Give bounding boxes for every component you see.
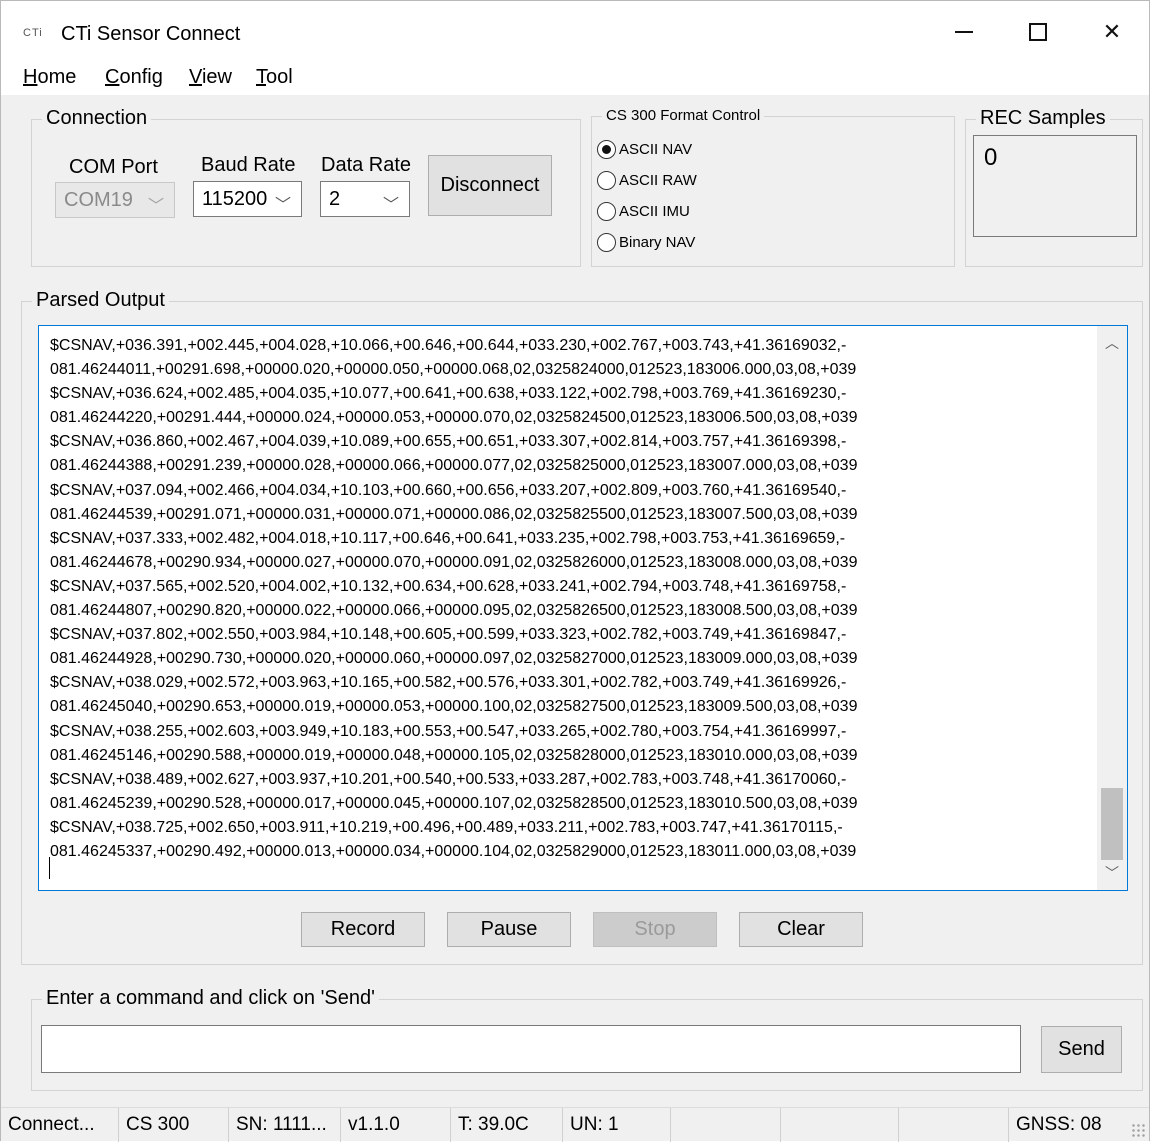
status-version: v1.1.0 [341,1108,451,1142]
menu-view[interactable]: View [189,66,232,89]
close-button[interactable]: ✕ [1077,1,1147,63]
rec-samples-group-label: REC Samples [976,107,1110,130]
com-port-label: COM Port [69,156,158,178]
status-gnss: GNSS: 08 [1016,1114,1102,1135]
output-line: 081.46244678,+00290.934,+00000.027,+0000… [50,553,858,571]
chevron-down-icon: ﹀ [147,198,164,215]
output-line: 081.46244388,+00291.239,+00000.028,+0000… [50,457,858,475]
radio-binary-nav-label: Binary NAV [619,234,696,251]
radio-ascii-imu-label: ASCII IMU [619,203,690,220]
output-line: 081.46244011,+00291.698,+00000.020,+0000… [50,361,857,379]
status-empty-1 [671,1108,781,1142]
maximize-button[interactable] [1003,1,1073,63]
radio-ascii-nav[interactable]: ASCII NAV [597,140,692,159]
parsed-output-text: $CSNAV,+036.391,+002.445,+004.028,+10.06… [50,334,1090,864]
app-logo-icon: CTi [23,27,43,39]
output-line: $CSNAV,+037.333,+002.482,+004.018,+10.11… [50,529,846,547]
format-control-group-label: CS 300 Format Control [602,107,765,124]
maximize-icon [1029,23,1047,41]
output-line: 081.46244539,+00291.071,+00000.031,+0000… [50,505,858,523]
app-window: CTi CTi Sensor Connect ✕ Home Config Vie… [0,0,1150,1142]
close-icon: ✕ [1102,19,1122,44]
status-un: UN: 1 [563,1108,671,1142]
radio-unselected-icon [597,202,616,221]
record-button[interactable]: Record [301,912,425,947]
command-input[interactable] [41,1025,1021,1073]
radio-ascii-raw-label: ASCII RAW [619,172,697,189]
minimize-icon [955,31,973,33]
command-group-label: Enter a command and click on 'Send' [42,987,379,1010]
status-empty-3 [899,1108,1009,1142]
minimize-button[interactable] [929,1,999,63]
com-port-value: COM19 [64,188,133,211]
output-line: 081.46244807,+00290.820,+00000.022,+0000… [50,602,858,620]
radio-ascii-nav-label: ASCII NAV [619,141,693,158]
output-line: $CSNAV,+036.391,+002.445,+004.028,+10.06… [50,337,847,354]
output-line: $CSNAV,+037.094,+002.466,+004.034,+10.10… [50,481,847,499]
output-line: $CSNAV,+038.489,+002.627,+003.937,+10.20… [50,770,847,788]
output-line: $CSNAV,+036.624,+002.485,+004.035,+10.07… [50,385,847,403]
scroll-down-icon[interactable]: ﹀ [1097,858,1127,888]
output-line: $CSNAV,+038.255,+002.603,+003.949,+10.18… [50,722,847,740]
status-temperature: T: 39.0C [451,1108,563,1142]
radio-selected-icon [597,140,616,159]
connection-group-label: Connection [42,107,152,130]
scroll-thumb[interactable] [1101,788,1123,860]
menu-home[interactable]: Home [23,66,76,89]
output-line: 081.46245337,+00290.492,+00000.013,+0000… [50,842,857,860]
pause-button[interactable]: Pause [447,912,571,947]
radio-ascii-imu[interactable]: ASCII IMU [597,202,690,221]
clear-button[interactable]: Clear [739,912,863,947]
output-line: $CSNAV,+037.802,+002.550,+003.984,+10.14… [50,626,847,644]
radio-binary-nav[interactable]: Binary NAV [597,233,695,252]
output-line: $CSNAV,+037.565,+002.520,+004.002,+10.13… [50,577,847,595]
radio-unselected-icon [597,171,616,190]
parsed-output-textarea[interactable]: $CSNAV,+036.391,+002.445,+004.028,+10.06… [38,325,1128,891]
output-line: 081.46245239,+00290.528,+00000.017,+0000… [50,794,858,812]
status-empty-2 [781,1108,899,1142]
baud-rate-value: 115200 [202,187,268,210]
data-rate-select[interactable]: 2 ﹀ [320,181,410,217]
status-connection: Connect... [1,1108,119,1142]
output-line: 081.46245040,+00290.653,+00000.019,+0000… [50,698,858,716]
send-button[interactable]: Send [1041,1026,1122,1073]
menu-tool[interactable]: Tool [256,66,293,89]
status-serial: SN: 1111... [229,1108,341,1142]
rec-samples-value: 0 [973,135,1137,237]
disconnect-button[interactable]: Disconnect [428,155,552,216]
status-model: CS 300 [119,1108,229,1142]
vertical-scrollbar[interactable]: ︿ ﹀ [1097,326,1127,890]
chevron-down-icon: ﹀ [274,197,291,214]
data-rate-value: 2 [329,187,341,210]
output-line: $CSNAV,+038.725,+002.650,+003.911,+10.21… [50,818,843,836]
output-line: 081.46244928,+00290.730,+00000.020,+0000… [50,650,858,668]
data-rate-label: Data Rate [321,154,412,176]
stop-button[interactable]: Stop [593,912,717,947]
baud-rate-select[interactable]: 115200 ﹀ [193,181,302,217]
menu-bar: Home Config View Tool [1,63,1149,95]
parsed-output-group-label: Parsed Output [32,289,169,312]
chevron-down-icon: ﹀ [382,197,399,214]
output-line: 081.46245146,+00290.588,+00000.019,+0000… [50,746,858,764]
com-port-select[interactable]: COM19 ﹀ [55,182,175,218]
status-bar: Connect... CS 300 SN: 1111... v1.1.0 T: … [1,1107,1149,1142]
scroll-up-icon[interactable]: ︿ [1097,328,1127,358]
title-bar: CTi CTi Sensor Connect ✕ [1,1,1149,63]
output-line: $CSNAV,+036.860,+002.467,+004.039,+10.08… [50,433,847,451]
menu-config[interactable]: Config [105,66,163,89]
radio-ascii-raw[interactable]: ASCII RAW [597,171,697,190]
resize-grip-icon[interactable] [1131,1123,1145,1137]
output-line: $CSNAV,+038.029,+002.572,+003.963,+10.16… [50,674,847,692]
window-title: CTi Sensor Connect [61,23,241,45]
radio-unselected-icon [597,233,616,252]
output-line: 081.46244220,+00291.444,+00000.024,+0000… [50,409,858,427]
text-caret [49,857,50,879]
baud-rate-label: Baud Rate [201,154,296,176]
